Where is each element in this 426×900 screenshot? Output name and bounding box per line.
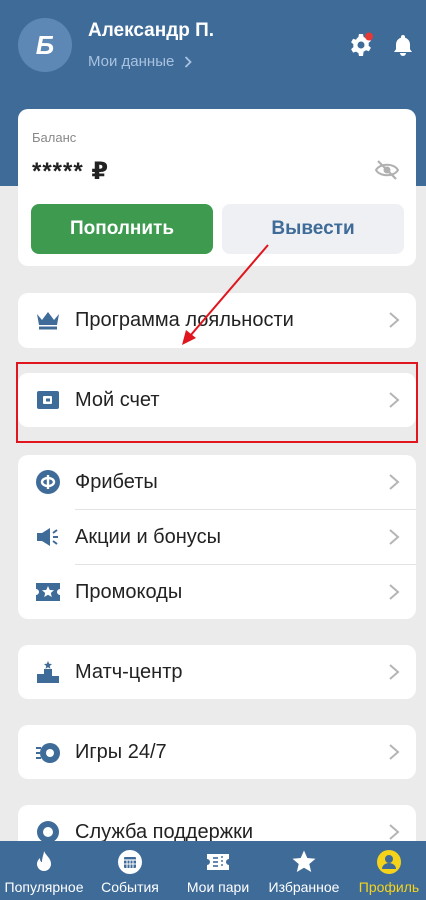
- nav-events[interactable]: События: [88, 841, 172, 900]
- nav-label-my-bets: Мои пари: [186, 879, 250, 895]
- nav-favorites[interactable]: Избранное: [262, 841, 346, 900]
- profile-icon: [377, 850, 401, 874]
- bottom-navigation: Популярное События Мои пари Избранное Пр…: [0, 841, 426, 900]
- annotation-arrow: [182, 244, 269, 345]
- nav-label-popular: Популярное: [4, 879, 84, 895]
- nav-popular[interactable]: Популярное: [0, 841, 88, 900]
- ticket-icon: [207, 854, 229, 870]
- nav-label-events: События: [101, 879, 159, 895]
- star-icon: [292, 850, 316, 872]
- nav-profile[interactable]: Профиль: [352, 841, 426, 900]
- events-icon: [118, 850, 142, 874]
- nav-label-profile: Профиль: [358, 879, 420, 895]
- flame-icon: [37, 851, 51, 871]
- nav-label-favorites: Избранное: [268, 879, 340, 895]
- nav-my-bets[interactable]: Мои пари: [176, 841, 260, 900]
